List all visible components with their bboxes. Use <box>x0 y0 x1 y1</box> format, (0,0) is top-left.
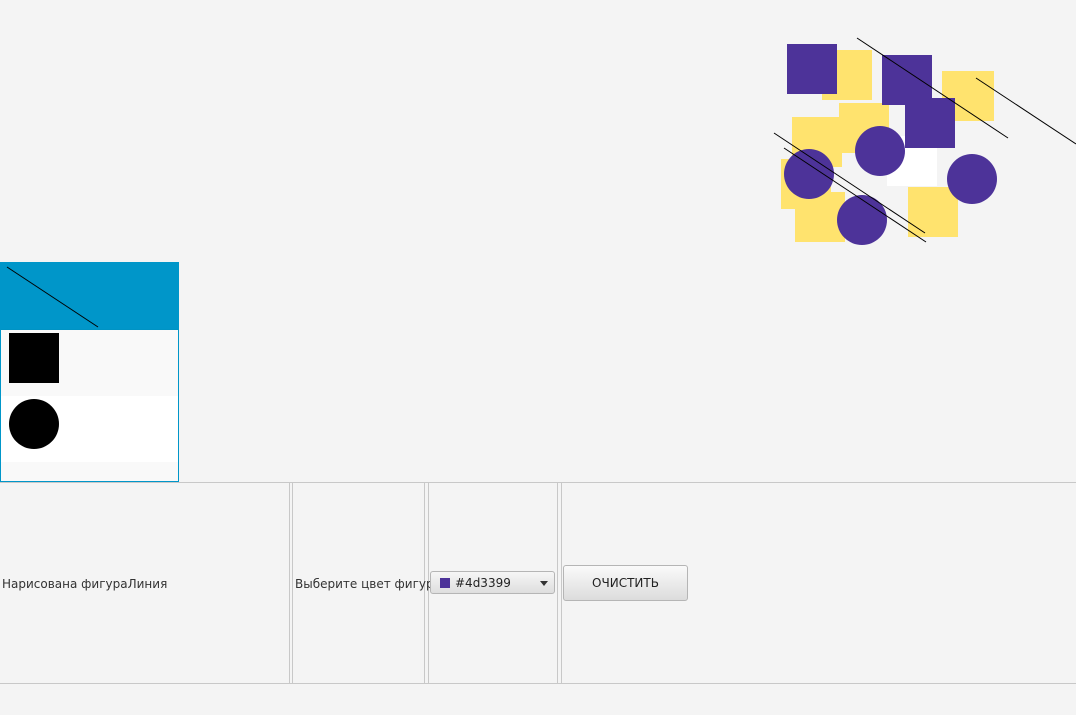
color-picker-label: Выберите цвет фигуры: <box>295 577 448 591</box>
drawing-canvas[interactable] <box>0 0 1076 482</box>
clear-button[interactable]: ОЧИСТИТЬ <box>563 565 688 601</box>
color-picker[interactable]: #4d3399 <box>430 571 555 594</box>
list-item-line[interactable] <box>1 263 178 330</box>
color-value: #4d3399 <box>455 576 511 590</box>
bottom-toolbar: Нарисована фигураЛиния Выберите цвет фиг… <box>0 482 1076 684</box>
divider <box>289 483 290 683</box>
shape-type-list[interactable] <box>0 262 179 482</box>
drawn-square-purple <box>882 55 932 105</box>
divider <box>561 483 562 683</box>
drawn-circle-purple <box>947 154 997 204</box>
square-icon <box>9 333 59 383</box>
status-label: Нарисована фигураЛиния <box>2 577 168 591</box>
list-item-empty <box>1 462 178 481</box>
list-item-square[interactable] <box>1 330 178 396</box>
drawn-circle-purple <box>855 126 905 176</box>
drawn-square-purple <box>787 44 837 94</box>
divider <box>292 483 293 683</box>
divider <box>557 483 558 683</box>
drawn-square-yellow <box>908 187 958 237</box>
list-item-circle[interactable] <box>1 396 178 462</box>
color-swatch <box>440 578 450 588</box>
circle-icon <box>9 399 59 449</box>
line-icon <box>6 266 99 328</box>
chevron-down-icon <box>540 581 548 586</box>
drawn-square-purple <box>905 98 955 148</box>
